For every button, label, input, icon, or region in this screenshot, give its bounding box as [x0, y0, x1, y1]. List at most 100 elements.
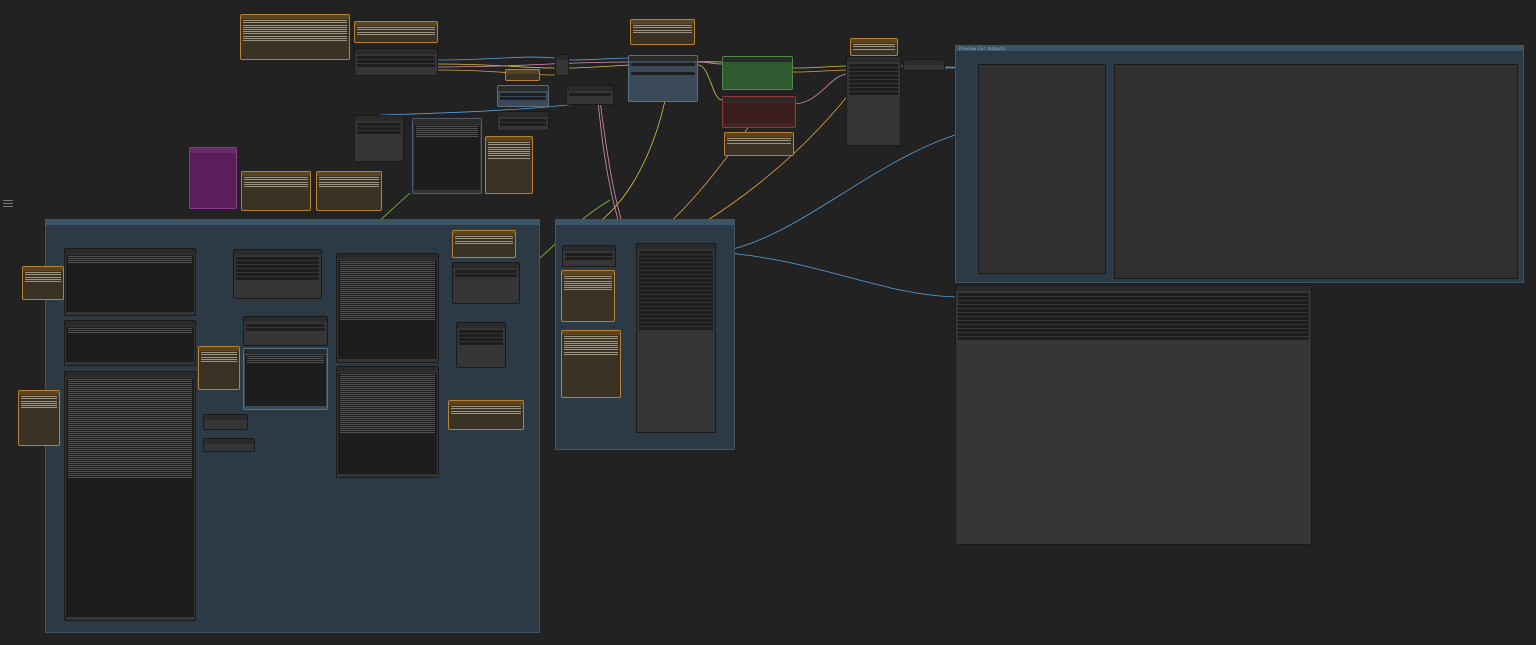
node-title	[413, 119, 481, 124]
node-graph-canvas[interactable]: Preview For Outputs	[0, 0, 1536, 645]
prompt-text-node-2[interactable]	[64, 320, 196, 366]
left-info-text	[3, 198, 13, 210]
group-title	[46, 220, 539, 225]
node-text-area[interactable]	[414, 125, 480, 190]
node-text-area[interactable]	[338, 373, 437, 474]
note-group2-2[interactable]	[561, 330, 621, 398]
image-settings-node[interactable]	[562, 245, 616, 267]
ksampler-advanced-node[interactable]	[636, 243, 716, 433]
node-title	[556, 55, 568, 60]
node-title	[244, 349, 327, 354]
note-title	[631, 20, 694, 24]
small-node-3[interactable]	[203, 438, 255, 452]
note-title	[242, 172, 310, 176]
node-text-area[interactable]	[724, 103, 794, 124]
note-title	[562, 271, 614, 275]
wire-orange-2	[792, 69, 849, 73]
note-title	[23, 267, 63, 271]
node-title	[904, 60, 944, 65]
note-text	[453, 236, 515, 244]
settings-node-2[interactable]	[566, 85, 614, 105]
node-title	[204, 439, 254, 444]
note-title	[19, 391, 59, 395]
lora-stack-node[interactable]	[354, 115, 404, 162]
note-mid-1[interactable]	[724, 132, 794, 156]
settings-node-1[interactable]	[497, 111, 549, 131]
node-title	[723, 57, 792, 62]
note-title	[486, 137, 532, 141]
list-node-1[interactable]	[243, 316, 328, 346]
note-title	[453, 231, 515, 235]
prompt-text-node-3[interactable]	[64, 371, 196, 621]
note-text	[449, 406, 523, 414]
wire-blue-7	[717, 251, 958, 298]
vae-decode-node[interactable]	[903, 59, 945, 71]
negative-prompt-node[interactable]	[722, 96, 796, 128]
long-text-node-1[interactable]	[336, 253, 439, 363]
image-save-node[interactable]	[955, 285, 1312, 545]
wire-pink-3	[792, 73, 849, 105]
note-title	[851, 39, 897, 43]
wire-yellow-3	[697, 64, 723, 101]
node-text-area[interactable]	[66, 378, 194, 617]
long-text-node-2[interactable]	[336, 366, 439, 478]
node-title	[723, 97, 795, 102]
preview-text-node[interactable]	[243, 348, 328, 410]
note-top-4[interactable]	[850, 38, 898, 56]
prompt-settings-node[interactable]	[233, 249, 322, 299]
node-text-area[interactable]	[338, 260, 437, 359]
note-title	[449, 401, 523, 405]
note-text	[486, 142, 532, 159]
node-title	[65, 321, 195, 326]
note-mid-3[interactable]	[241, 171, 311, 211]
note-mid-2[interactable]	[485, 136, 533, 194]
note-text	[355, 27, 437, 35]
note-small-1[interactable]	[505, 69, 540, 81]
note-text	[631, 25, 694, 33]
note-title	[355, 22, 437, 26]
note-group1-3[interactable]	[448, 400, 524, 430]
node-title	[204, 415, 247, 420]
preview-image-panel-2[interactable]	[1114, 64, 1518, 279]
note-title	[562, 331, 620, 335]
note-title	[506, 70, 539, 74]
wire-blue-1	[437, 56, 556, 61]
wire-pink-2	[697, 61, 723, 65]
node-text-area[interactable]	[66, 255, 194, 312]
small-node-2[interactable]	[203, 414, 248, 430]
prompt-text-node-1[interactable]	[64, 248, 196, 316]
checkpoint-loader-node[interactable]	[354, 48, 438, 76]
note-text	[242, 177, 310, 187]
node-text-area[interactable]	[245, 355, 326, 406]
group-title	[556, 220, 734, 225]
concat-node[interactable]	[452, 262, 520, 304]
ksampler-node[interactable]	[846, 56, 901, 146]
note-text	[562, 276, 614, 291]
node-title	[65, 249, 195, 254]
node-title	[65, 372, 195, 377]
positive-prompt-node[interactable]	[722, 56, 793, 90]
purple-node[interactable]	[189, 147, 237, 209]
note-group1-2[interactable]	[452, 230, 516, 258]
preview-image-panel-1[interactable]	[978, 64, 1106, 274]
note-top-1[interactable]	[240, 14, 350, 60]
wire-yellow-4	[792, 65, 849, 69]
small-node-1[interactable]	[555, 54, 569, 76]
node-text-area[interactable]	[66, 327, 194, 362]
lora-loader-node[interactable]	[628, 55, 698, 102]
note-top-2[interactable]	[354, 21, 438, 43]
text-output-node[interactable]	[412, 118, 482, 194]
note-top-3[interactable]	[630, 19, 695, 45]
note-group1-1[interactable]	[198, 346, 240, 390]
note-mid-4[interactable]	[316, 171, 382, 211]
note-text	[19, 396, 59, 409]
empty-latent-node[interactable]	[497, 85, 549, 107]
note-title	[199, 347, 239, 351]
note-group2-1[interactable]	[561, 270, 615, 322]
switch-node[interactable]	[456, 322, 506, 368]
note-left-2[interactable]	[18, 390, 60, 446]
note-title	[725, 133, 793, 137]
wire-pink-1	[437, 61, 631, 68]
note-left-1[interactable]	[22, 266, 64, 300]
note-text	[23, 272, 63, 282]
